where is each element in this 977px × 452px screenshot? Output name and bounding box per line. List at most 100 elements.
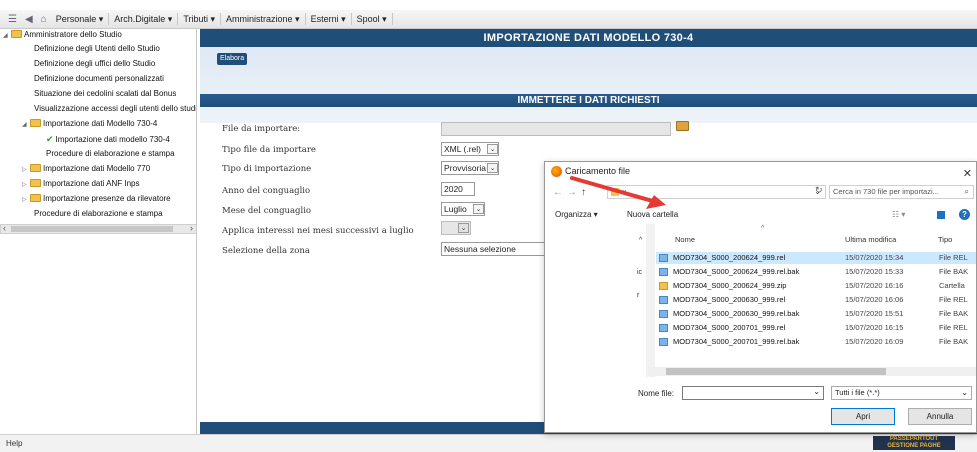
search-input[interactable]: Cerca in 730 file per importazi... ⌕ <box>829 185 974 199</box>
tree-item-cedolini[interactable]: Situazione dei cedolini scalati dal Bonu… <box>34 88 176 100</box>
organizza-menu[interactable]: Organizza ▾ <box>555 207 598 222</box>
nav-pane-item[interactable]: ic <box>637 269 642 276</box>
file-icon <box>659 268 668 276</box>
mese-label: Mese del conguaglio <box>222 206 312 216</box>
anno-input[interactable]: 2020 <box>441 182 475 196</box>
chevron-down-icon[interactable]: ⌄ <box>813 387 820 396</box>
file-row[interactable]: MOD7304_S000_200630_999.rel.bak 15/07/20… <box>656 308 976 320</box>
tree-item-730-import[interactable]: ✔ Importazione dati modello 730-4 <box>46 133 170 145</box>
tree-item-accessi[interactable]: Visualizzazione accessi degli utenti del… <box>34 103 196 115</box>
file-icon <box>659 324 668 332</box>
file-path-field[interactable] <box>441 122 671 136</box>
file-row[interactable]: MOD7304_S000_200701_999.rel 15/07/2020 1… <box>656 322 976 334</box>
scroll-left-icon[interactable]: ‹ <box>3 223 6 233</box>
cancel-button[interactable]: Annulla <box>908 408 972 425</box>
tree-item-anf[interactable]: ▷ Importazione dati ANF Inps <box>22 178 140 190</box>
zip-folder-icon <box>659 282 668 290</box>
nav-pane-item[interactable]: r <box>637 292 639 299</box>
file-row[interactable]: MOD7304_S000_200624_999.rel.bak 15/07/20… <box>656 266 976 278</box>
menu-arch-digitale[interactable]: Arch.Digitale ▾ <box>109 13 179 25</box>
tipo-import-label: Tipo di importazione <box>222 164 312 174</box>
help-link[interactable]: Help <box>6 439 22 448</box>
filetype-select[interactable]: Tutti i file (*.*) ⌄ <box>831 386 972 400</box>
tree-item-uffici[interactable]: Definizione degli uffici dello Studio <box>34 58 155 70</box>
back-icon[interactable]: ◀ <box>21 14 37 25</box>
tree-item-presenze[interactable]: ▷ Importazione presenze da rilevatore <box>22 193 171 205</box>
tree-item-730-folder[interactable]: ◢ Importazione dati Modello 730-4 <box>22 118 157 130</box>
file-list-scrollbar[interactable] <box>648 367 976 376</box>
sort-caret-icon: ^ <box>761 225 765 232</box>
up-arrow-icon[interactable]: ↑ <box>581 187 586 198</box>
menubar: ☰ ◀ ⌂ Personale ▾ Arch.Digitale ▾ Tribut… <box>0 10 977 29</box>
back-arrow-icon[interactable]: ← <box>553 187 563 198</box>
folder-icon <box>30 119 41 127</box>
toolbar-band <box>200 47 977 123</box>
logo-top: PASSEPARTOUT <box>889 436 939 442</box>
tree-item-procedure-730[interactable]: Procedure di elaborazione e stampa <box>46 148 175 160</box>
zona-select[interactable]: Nessuna selezione <box>441 242 545 256</box>
folder-icon <box>30 194 41 202</box>
menu-esterni[interactable]: Esterni ▾ <box>306 13 352 25</box>
nuova-cartella-button[interactable]: Nuova cartella <box>627 207 678 222</box>
column-header-name[interactable]: Nome <box>675 235 695 247</box>
tipo-file-label: Tipo file da importare <box>222 145 316 155</box>
filename-label: Nome file: <box>638 389 675 398</box>
nav-pane-collapse-icon[interactable]: ^ <box>639 237 642 244</box>
address-bar: ← → ↑ « ⌄ ↻ Cerca in 730 file per import… <box>545 181 976 203</box>
preview-pane-icon[interactable] <box>937 211 945 219</box>
scrollbar-thumb[interactable] <box>666 368 886 375</box>
refresh-icon[interactable]: ↻ <box>815 185 823 196</box>
scroll-right-icon[interactable]: › <box>190 223 193 233</box>
menu-personale[interactable]: Personale ▾ <box>51 13 110 25</box>
column-header-date[interactable]: Ultima modifica <box>845 235 896 247</box>
forward-arrow-icon[interactable]: → <box>567 187 577 198</box>
column-header-type[interactable]: Tipo <box>938 235 952 247</box>
expand-icon[interactable]: ◢ <box>22 119 30 131</box>
expand-icon[interactable]: ◢ <box>3 30 11 42</box>
elabora-button[interactable]: Elabora <box>217 53 248 65</box>
collapsed-icon[interactable]: ▷ <box>22 179 30 191</box>
file-icon <box>659 338 668 346</box>
tree-item-amministratore[interactable]: ◢ Amministratore dello Studio <box>3 29 122 41</box>
anno-label: Anno del conguaglio <box>222 186 311 196</box>
view-options-icon[interactable]: ☷ ▾ <box>892 207 905 222</box>
help-icon[interactable]: ? <box>959 209 970 220</box>
tree-horizontal-scrollbar[interactable]: ‹ › <box>0 223 196 234</box>
tree-item-documenti[interactable]: Definizione documenti personalizzati <box>34 73 164 85</box>
menu-tributi[interactable]: Tributi ▾ <box>178 13 222 25</box>
search-icon[interactable]: ⌕ <box>965 186 969 198</box>
tree-item-770[interactable]: ▷ Importazione dati Modello 770 <box>22 163 150 175</box>
scrollbar-thumb[interactable] <box>11 226 173 232</box>
status-bar: Help <box>0 434 977 452</box>
menu-amministrazione[interactable]: Amministrazione ▾ <box>221 13 306 25</box>
file-row[interactable]: MOD7304_S000_200630_999.rel 15/07/2020 1… <box>656 294 976 306</box>
navigation-pane-scrollbar[interactable] <box>646 224 655 377</box>
chevron-down-icon[interactable]: ⌄ <box>473 204 484 214</box>
file-row[interactable]: MOD7304_S000_200624_999.zip 15/07/2020 1… <box>656 280 976 292</box>
tree-item-procedure[interactable]: Procedure di elaborazione e stampa <box>34 208 163 220</box>
open-button[interactable]: Apri <box>831 408 895 425</box>
logo-bottom: GESTIONE PAGHE <box>887 443 941 449</box>
top-caption-strip <box>0 0 977 10</box>
tree-item-utenti[interactable]: Definizione degli Utenti dello Studio <box>34 43 160 55</box>
chevron-down-icon[interactable]: ⌄ <box>458 223 469 233</box>
menu-spool[interactable]: Spool ▾ <box>352 13 393 25</box>
filename-input[interactable]: ⌄ <box>682 386 824 400</box>
firefox-icon <box>551 166 562 177</box>
dialog-title-bar: Caricamento file ✕ <box>545 162 976 181</box>
file-upload-dialog: Caricamento file ✕ ← → ↑ « ⌄ ↻ Cerca in … <box>544 161 977 433</box>
folder-icon <box>11 30 22 38</box>
collapsed-icon[interactable]: ▷ <box>22 194 30 206</box>
navigation-tree: ◢ Amministratore dello Studio Definizione… <box>0 29 197 434</box>
folder-icon <box>30 164 41 172</box>
chevron-down-icon[interactable]: ⌄ <box>487 163 498 173</box>
chevron-down-icon[interactable]: ⌄ <box>487 144 498 154</box>
file-row[interactable]: MOD7304_S000_200624_999.rel 15/07/2020 1… <box>656 252 976 264</box>
collapsed-icon[interactable]: ▷ <box>22 164 30 176</box>
browse-folder-icon[interactable] <box>676 121 689 131</box>
home-icon[interactable]: ⌂ <box>37 14 51 25</box>
chevron-down-icon[interactable]: ⌄ <box>961 387 968 399</box>
menu-icon[interactable]: ☰ <box>4 14 21 25</box>
file-row[interactable]: MOD7304_S000_200701_999.rel.bak 15/07/20… <box>656 336 976 348</box>
path-box[interactable]: « ⌄ <box>607 185 826 199</box>
